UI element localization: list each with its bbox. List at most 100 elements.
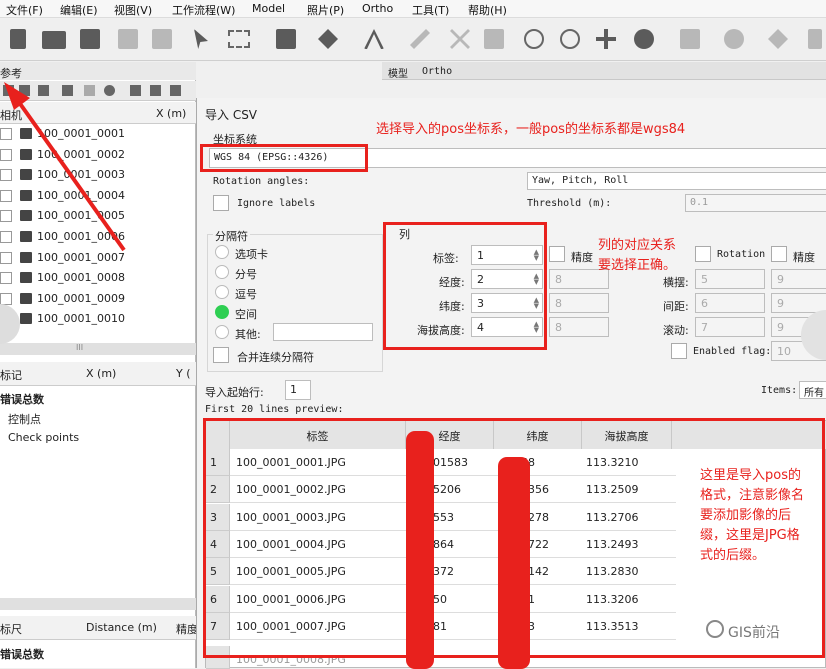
reference-title-bar: 参考 — [0, 62, 196, 80]
menu-photo[interactable]: 照片(P) — [307, 2, 344, 18]
view-tabs: 模型 Ortho — [382, 62, 826, 80]
delimiter-radio-semicolon[interactable] — [215, 265, 229, 279]
acc-lat-value: 8 — [555, 297, 562, 310]
menu-tools[interactable]: 工具(T) — [412, 2, 449, 18]
undo-icon[interactable] — [118, 29, 138, 49]
start-row-label: 导入起始行: — [205, 386, 264, 399]
delimiter-radio-other[interactable] — [215, 325, 229, 339]
roll-acc-value: 9 — [777, 321, 784, 334]
crop-icon[interactable] — [484, 29, 504, 49]
mesh-icon[interactable] — [768, 29, 788, 49]
rotation-accuracy-checkbox[interactable] — [771, 246, 787, 262]
ignore-labels-checkbox[interactable] — [213, 195, 229, 211]
crs-highlight-box — [200, 144, 368, 172]
view-variance-icon[interactable] — [150, 85, 161, 96]
more-tools-icon[interactable] — [808, 29, 822, 49]
yaw-spinbox[interactable]: 5 — [695, 269, 765, 289]
rotation-angles-label: Rotation angles: — [213, 176, 310, 187]
preview-label: First 20 lines preview: — [205, 404, 344, 415]
redo-icon[interactable] — [152, 29, 172, 49]
menu-model[interactable]: Model — [252, 2, 285, 15]
rotation-angles-select[interactable]: Yaw, Pitch, Roll — [527, 172, 826, 190]
eraser-icon[interactable] — [410, 29, 430, 49]
camera-icon — [20, 292, 32, 304]
menu-view[interactable]: 视图(V) — [114, 2, 152, 18]
items-select[interactable]: 所有 — [799, 381, 826, 399]
delimiter-other-input[interactable] — [273, 323, 373, 341]
pitch-spinbox[interactable]: 6 — [695, 293, 765, 313]
rotation-checkbox[interactable] — [695, 246, 711, 262]
delimiter-radio-tab[interactable] — [215, 245, 229, 259]
delimiter-semicolon-label: 分号 — [235, 268, 257, 281]
accuracy-checkbox[interactable] — [549, 246, 565, 262]
menu-edit[interactable]: 编辑(E) — [60, 2, 98, 18]
move-view-icon[interactable] — [596, 29, 616, 49]
camera-checkbox[interactable] — [0, 272, 12, 285]
format-annotation: 这里是导入pos的格式，注意影像名要添加影像的后缀，这里是JPG格式的后缀。 — [700, 468, 805, 563]
roll-spinbox[interactable]: 7 — [695, 317, 765, 337]
threshold-label: Threshold (m): — [527, 198, 612, 209]
camera-row[interactable]: 100_0001_0010 — [0, 309, 196, 329]
yaw-acc-spinbox[interactable]: 9 — [771, 269, 826, 289]
camera-list-scrollbar[interactable]: III — [0, 343, 196, 355]
pitch-label: 间距: — [663, 300, 689, 313]
rectangle-select-icon[interactable] — [228, 30, 250, 48]
acc-lon-value: 8 — [555, 273, 562, 286]
camera-row[interactable]: 100_0001_0008 — [0, 268, 196, 288]
merge-delimiters-checkbox[interactable] — [213, 347, 229, 363]
camera-icon — [20, 313, 32, 325]
camera-label: 100_0001_0008 — [37, 271, 125, 285]
camera-row[interactable]: 100_0001_0009 — [0, 289, 196, 309]
view-estimated-icon[interactable] — [170, 85, 181, 96]
delimiter-other-label: 其他: — [235, 328, 261, 341]
open-folder-icon[interactable] — [42, 31, 66, 49]
menu-bar: 文件(F) 编辑(E) 视图(V) 工作流程(W) Model 照片(P) Or… — [0, 0, 826, 18]
shape-icon[interactable] — [318, 29, 338, 49]
scalebars-header: 标尺 Distance (m) 精度 — [0, 616, 198, 640]
rotation-accuracy-label: 精度 — [793, 251, 815, 264]
reference-title: 参考 — [0, 67, 22, 80]
tab-model[interactable]: 模型 — [388, 65, 408, 80]
annotation-arrow-icon — [4, 82, 126, 252]
menu-help[interactable]: 帮助(H) — [468, 2, 507, 18]
save-icon[interactable] — [80, 29, 100, 49]
distance-col-label: Distance (m) — [86, 621, 157, 634]
delimiter-section-label: 分隔符 — [213, 228, 250, 244]
camera-checkbox[interactable] — [0, 292, 12, 305]
ignore-labels-label: Ignore labels — [237, 198, 316, 209]
items-label: Items: — [761, 385, 798, 396]
markers-header: 标记 X (m) Y ( — [0, 362, 196, 386]
rotation-label: Rotation — [717, 249, 766, 260]
crs-annotation: 选择导入的pos坐标系，一般pos的坐标系都是wgs84 — [376, 122, 686, 137]
points-icon[interactable] — [634, 29, 654, 49]
enabled-flag-checkbox[interactable] — [671, 343, 687, 359]
wechat-icon — [706, 620, 724, 638]
roll-value: 7 — [701, 321, 708, 334]
grid-points-icon[interactable] — [680, 29, 700, 49]
tab-ortho[interactable]: Ortho — [422, 66, 452, 77]
pointer-icon[interactable] — [194, 29, 208, 49]
move-object-icon[interactable] — [276, 29, 296, 49]
view-errors-icon[interactable] — [130, 85, 141, 96]
acc-alt-spinbox[interactable]: 8 — [549, 317, 609, 337]
delimiter-radio-space[interactable] — [215, 305, 229, 319]
acc-lat-spinbox[interactable]: 8 — [549, 293, 609, 313]
zoom-out-icon[interactable] — [560, 29, 580, 49]
delimiter-radio-comma[interactable] — [215, 285, 229, 299]
zoom-in-icon[interactable] — [524, 29, 544, 49]
control-points-label: 控制点 — [8, 413, 41, 426]
menu-ortho[interactable]: Ortho — [362, 2, 393, 15]
yaw-value: 5 — [701, 273, 708, 286]
tie-points-icon[interactable] — [724, 29, 744, 49]
start-row-spinbox[interactable]: 1 — [285, 380, 311, 400]
threshold-input[interactable]: 0.1 — [685, 194, 826, 212]
menu-file[interactable]: 文件(F) — [6, 2, 43, 18]
pitch-acc-spinbox[interactable]: 9 — [771, 293, 826, 313]
markers-scrollbar[interactable] — [0, 598, 196, 610]
menu-workflow[interactable]: 工作流程(W) — [172, 2, 235, 18]
new-document-icon[interactable] — [10, 29, 26, 49]
ruler-icon[interactable] — [364, 29, 384, 49]
x-col-label: X (m) — [156, 107, 187, 120]
camera-icon — [20, 272, 32, 284]
delete-icon[interactable] — [450, 29, 470, 49]
